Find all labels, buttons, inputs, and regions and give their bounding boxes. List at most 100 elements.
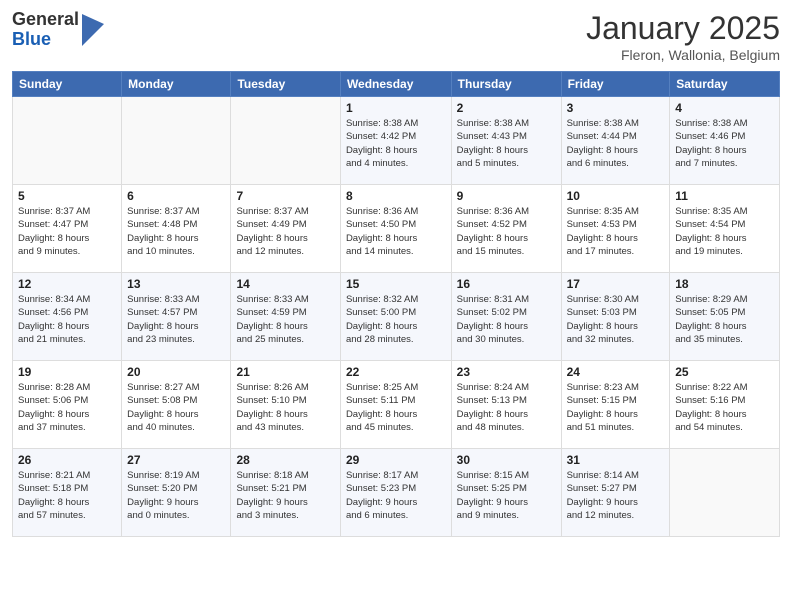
day-cell: 9Sunrise: 8:36 AMSunset: 4:52 PMDaylight… [451, 185, 561, 273]
day-info: Sunrise: 8:38 AMSunset: 4:43 PMDaylight:… [457, 117, 556, 170]
day-number: 24 [567, 365, 665, 379]
day-number: 1 [346, 101, 446, 115]
day-cell: 18 Sunrise: 8:29 AMSunset: 5:05 PMDayligh… [670, 273, 780, 361]
day-cell: 28Sunrise: 8:18 AMSunset: 5:21 PMDayligh… [231, 449, 340, 537]
day-info: Sunrise: 8:18 AMSunset: 5:21 PMDaylight:… [236, 469, 334, 522]
day-number: 26 [18, 453, 116, 467]
day-cell: 4Sunrise: 8:38 AMSunset: 4:46 PMDaylight… [670, 97, 780, 185]
day-cell [670, 449, 780, 537]
day-number: 18 [675, 277, 774, 291]
day-cell: 1 Sunrise: 8:38 AMSunset: 4:42 PMDaylight… [340, 97, 451, 185]
day-cell: 30Sunrise: 8:15 AMSunset: 5:25 PMDayligh… [451, 449, 561, 537]
day-info: Sunrise: 8:28 AMSunset: 5:06 PMDaylight:… [18, 381, 116, 434]
logo-text: General Blue [12, 10, 79, 50]
day-number: 11 [675, 189, 774, 203]
day-number: 21 [236, 365, 334, 379]
day-cell: 24 Sunrise: 8:23 AMSunset: 5:15 PMDayligh… [561, 361, 670, 449]
day-number: 10 [567, 189, 665, 203]
logo: General Blue [12, 10, 104, 50]
day-info: Sunrise: 8:19 AMSunset: 5:20 PMDaylight:… [127, 469, 225, 522]
day-info: Sunrise: 8:22 AMSunset: 5:16 PMDaylight:… [675, 381, 774, 434]
day-header-monday: Monday [122, 72, 231, 97]
day-number: 14 [236, 277, 334, 291]
day-header-row: SundayMondayTuesdayWednesdayThursdayFrid… [13, 72, 780, 97]
day-number: 5 [18, 189, 116, 203]
day-number: 19 [18, 365, 116, 379]
calendar-container: General Blue January 2025 Fleron, Wallon… [0, 0, 792, 612]
day-number: 15 [346, 277, 446, 291]
day-cell: 25 Sunrise: 8:22 AMSunset: 5:16 PMDayligh… [670, 361, 780, 449]
day-header-wednesday: Wednesday [340, 72, 451, 97]
day-header-saturday: Saturday [670, 72, 780, 97]
day-number: 20 [127, 365, 225, 379]
day-cell: 8Sunrise: 8:36 AMSunset: 4:50 PMDaylight… [340, 185, 451, 273]
location: Fleron, Wallonia, Belgium [586, 47, 780, 63]
day-number: 13 [127, 277, 225, 291]
day-cell: 17 Sunrise: 8:30 AMSunset: 5:03 PMDayligh… [561, 273, 670, 361]
day-cell [231, 97, 340, 185]
day-info: Sunrise: 8:15 AMSunset: 5:25 PMDaylight:… [457, 469, 556, 522]
day-info: Sunrise: 8:23 AMSunset: 5:15 PMDaylight:… [567, 381, 665, 434]
logo-icon [82, 14, 104, 46]
day-cell: 23 Sunrise: 8:24 AMSunset: 5:13 PMDayligh… [451, 361, 561, 449]
day-info: Sunrise: 8:31 AMSunset: 5:02 PMDaylight:… [457, 293, 556, 346]
day-number: 9 [457, 189, 556, 203]
day-info: Sunrise: 8:21 AMSunset: 5:18 PMDaylight:… [18, 469, 116, 522]
day-number: 29 [346, 453, 446, 467]
day-number: 25 [675, 365, 774, 379]
day-cell: 22 Sunrise: 8:25 AMSunset: 5:11 PMDayligh… [340, 361, 451, 449]
day-info: Sunrise: 8:33 AMSunset: 4:57 PMDaylight:… [127, 293, 225, 346]
day-info: Sunrise: 8:34 AMSunset: 4:56 PMDaylight:… [18, 293, 116, 346]
day-cell: 13 Sunrise: 8:33 AMSunset: 4:57 PMDayligh… [122, 273, 231, 361]
day-number: 12 [18, 277, 116, 291]
day-header-sunday: Sunday [13, 72, 122, 97]
day-cell: 6Sunrise: 8:37 AMSunset: 4:48 PMDaylight… [122, 185, 231, 273]
week-row-2: 12 Sunrise: 8:34 AMSunset: 4:56 PMDayligh… [13, 273, 780, 361]
title-block: January 2025 Fleron, Wallonia, Belgium [586, 10, 780, 63]
day-cell: 15Sunrise: 8:32 AMSunset: 5:00 PMDayligh… [340, 273, 451, 361]
logo-general: General [12, 10, 79, 30]
logo-blue: Blue [12, 30, 79, 50]
day-info: Sunrise: 8:35 AMSunset: 4:54 PMDaylight:… [675, 205, 774, 258]
day-info: Sunrise: 8:38 AMSunset: 4:42 PMDaylight:… [346, 117, 446, 170]
day-info: Sunrise: 8:25 AMSunset: 5:11 PMDaylight:… [346, 381, 446, 434]
day-cell: 26 Sunrise: 8:21 AMSunset: 5:18 PMDayligh… [13, 449, 122, 537]
day-cell [13, 97, 122, 185]
day-number: 8 [346, 189, 446, 203]
day-cell: 19 Sunrise: 8:28 AMSunset: 5:06 PMDayligh… [13, 361, 122, 449]
day-info: Sunrise: 8:33 AMSunset: 4:59 PMDaylight:… [236, 293, 334, 346]
day-info: Sunrise: 8:24 AMSunset: 5:13 PMDaylight:… [457, 381, 556, 434]
day-info: Sunrise: 8:30 AMSunset: 5:03 PMDaylight:… [567, 293, 665, 346]
week-row-4: 26 Sunrise: 8:21 AMSunset: 5:18 PMDayligh… [13, 449, 780, 537]
header: General Blue January 2025 Fleron, Wallon… [12, 10, 780, 63]
day-number: 2 [457, 101, 556, 115]
day-cell: 31Sunrise: 8:14 AMSunset: 5:27 PMDayligh… [561, 449, 670, 537]
day-cell: 16 Sunrise: 8:31 AMSunset: 5:02 PMDayligh… [451, 273, 561, 361]
day-cell: 27 Sunrise: 8:19 AMSunset: 5:20 PMDayligh… [122, 449, 231, 537]
week-row-0: 1 Sunrise: 8:38 AMSunset: 4:42 PMDaylight… [13, 97, 780, 185]
day-cell: 11 Sunrise: 8:35 AMSunset: 4:54 PMDayligh… [670, 185, 780, 273]
day-number: 31 [567, 453, 665, 467]
day-cell: 29Sunrise: 8:17 AMSunset: 5:23 PMDayligh… [340, 449, 451, 537]
day-info: Sunrise: 8:27 AMSunset: 5:08 PMDaylight:… [127, 381, 225, 434]
day-number: 3 [567, 101, 665, 115]
day-info: Sunrise: 8:37 AMSunset: 4:49 PMDaylight:… [236, 205, 334, 258]
day-number: 16 [457, 277, 556, 291]
day-info: Sunrise: 8:35 AMSunset: 4:53 PMDaylight:… [567, 205, 665, 258]
day-cell: 14 Sunrise: 8:33 AMSunset: 4:59 PMDayligh… [231, 273, 340, 361]
day-number: 17 [567, 277, 665, 291]
month-title: January 2025 [586, 10, 780, 47]
day-number: 7 [236, 189, 334, 203]
day-info: Sunrise: 8:38 AMSunset: 4:46 PMDaylight:… [675, 117, 774, 170]
day-number: 27 [127, 453, 225, 467]
day-cell: 20 Sunrise: 8:27 AMSunset: 5:08 PMDayligh… [122, 361, 231, 449]
day-number: 23 [457, 365, 556, 379]
day-cell: 10 Sunrise: 8:35 AMSunset: 4:53 PMDayligh… [561, 185, 670, 273]
week-row-3: 19 Sunrise: 8:28 AMSunset: 5:06 PMDayligh… [13, 361, 780, 449]
day-info: Sunrise: 8:29 AMSunset: 5:05 PMDaylight:… [675, 293, 774, 346]
calendar-table: SundayMondayTuesdayWednesdayThursdayFrid… [12, 71, 780, 537]
day-cell: 5Sunrise: 8:37 AMSunset: 4:47 PMDaylight… [13, 185, 122, 273]
day-cell: 3Sunrise: 8:38 AMSunset: 4:44 PMDaylight… [561, 97, 670, 185]
day-info: Sunrise: 8:26 AMSunset: 5:10 PMDaylight:… [236, 381, 334, 434]
day-number: 22 [346, 365, 446, 379]
